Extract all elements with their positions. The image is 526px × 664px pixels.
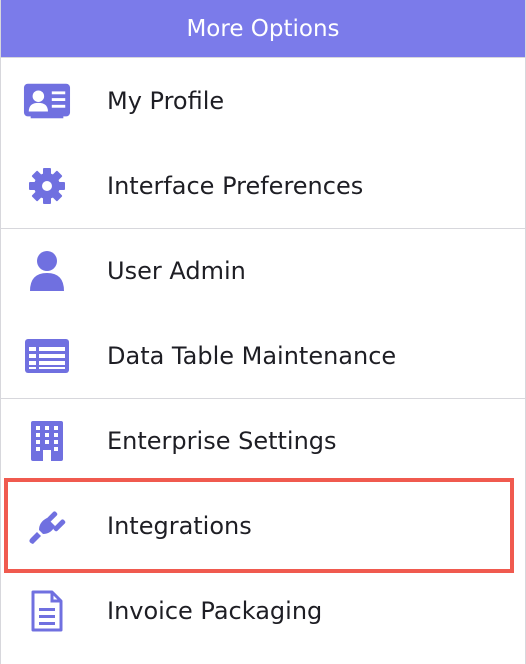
gear-icon [23,162,71,210]
menu-title: More Options [186,15,340,42]
profile-card-icon [23,77,71,125]
menu-item-label: Integrations [107,511,252,540]
menu-item-integrations[interactable]: Integrations [1,483,525,568]
menu-item-label: My Profile [107,86,225,115]
user-icon [23,247,71,295]
menu-item-label: User Admin [107,257,246,285]
menu-item-interface-preferences[interactable]: Interface Preferences [1,143,525,228]
more-options-menu: More Options My Profile Interface Prefer… [0,0,526,664]
menu-item-enterprise-settings[interactable]: Enterprise Settings [1,398,525,483]
menu-item-label: Invoice Packaging [107,596,323,625]
document-icon [23,587,71,635]
menu-item-label: Interface Preferences [107,171,364,200]
menu-item-my-profile[interactable]: My Profile [1,58,525,143]
menu-header: More Options [1,0,525,58]
menu-item-label: Enterprise Settings [107,427,337,455]
table-icon [23,332,71,380]
menu-item-label: Data Table Maintenance [107,341,397,370]
building-icon [23,417,71,465]
menu-item-data-table-maintenance[interactable]: Data Table Maintenance [1,313,525,398]
menu-item-invoice-packaging[interactable]: Invoice Packaging [1,568,525,653]
plug-icon [23,502,71,550]
menu-item-user-admin[interactable]: User Admin [1,228,525,313]
